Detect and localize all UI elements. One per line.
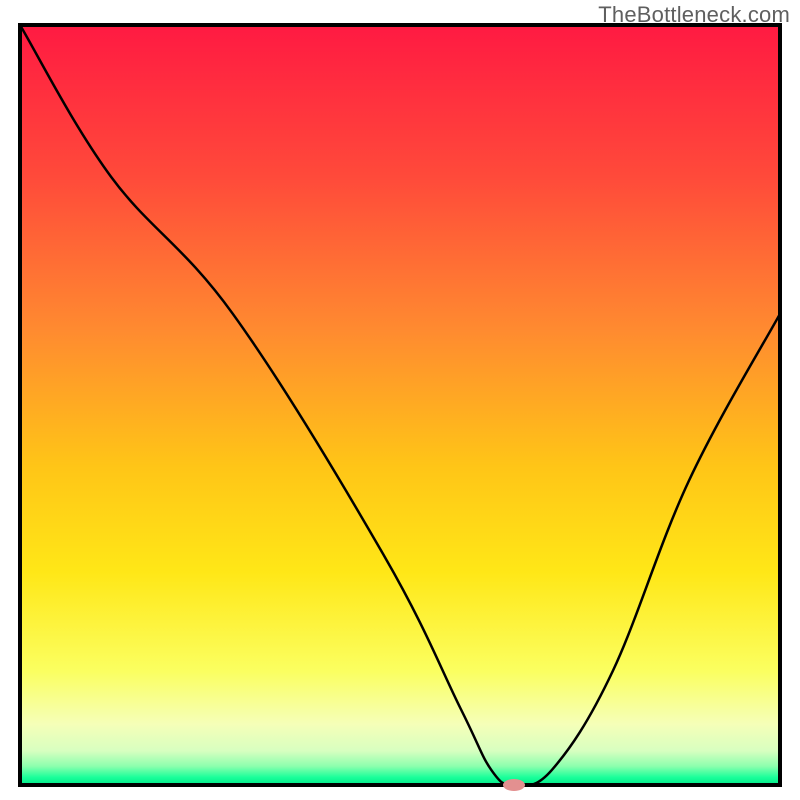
optimal-marker	[503, 779, 525, 791]
plot-background	[20, 25, 780, 785]
chart-svg	[0, 0, 800, 800]
bottleneck-chart: TheBottleneck.com	[0, 0, 800, 800]
watermark-text: TheBottleneck.com	[598, 2, 790, 28]
